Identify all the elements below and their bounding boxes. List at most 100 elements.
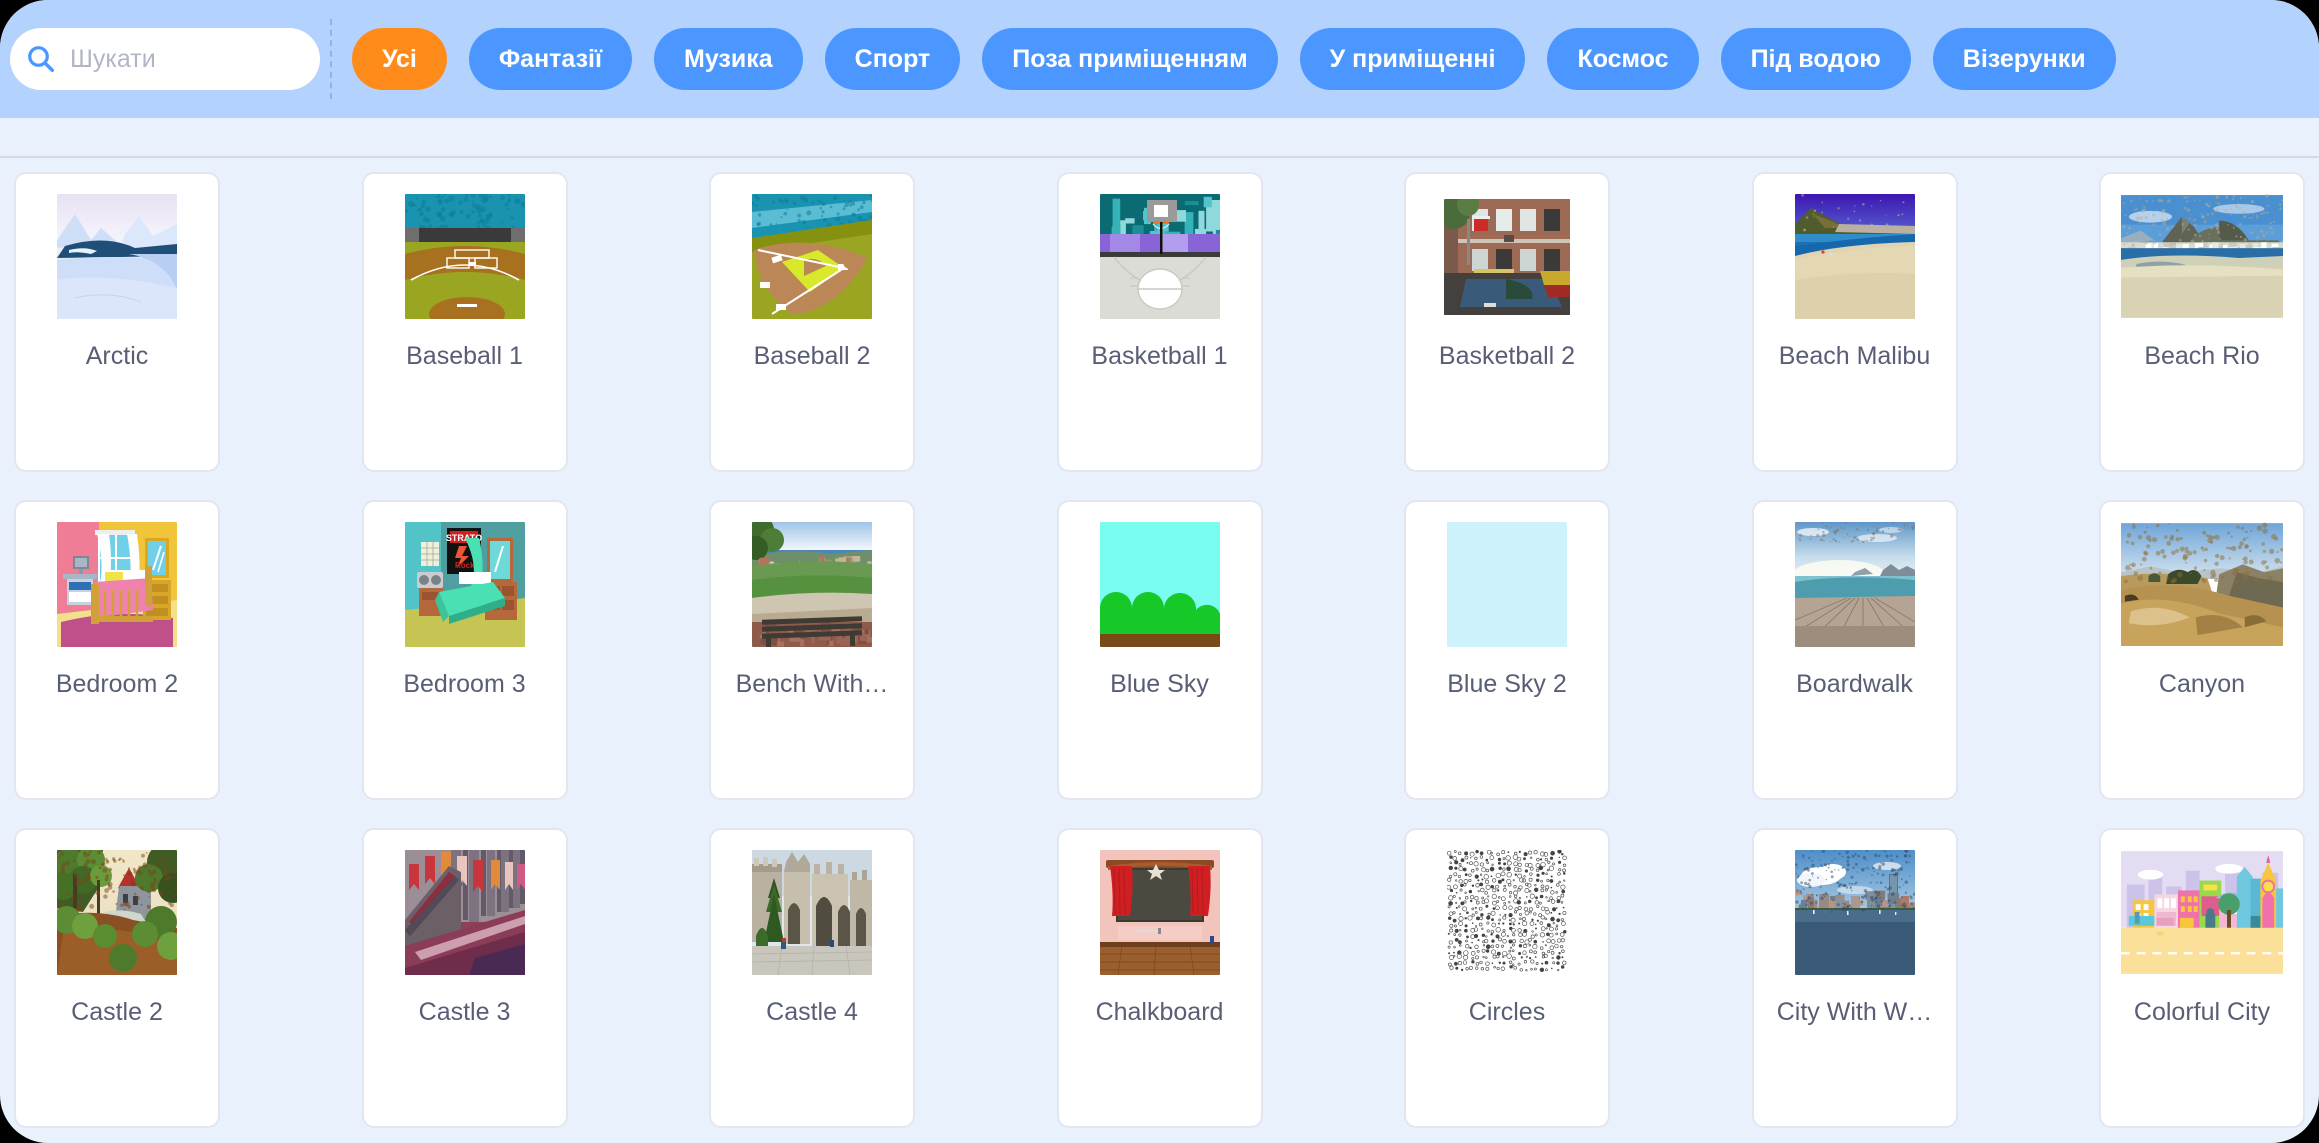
- backdrop-card-label: City With W…: [1776, 999, 1933, 1026]
- backdrop-card[interactable]: Boardwalk: [1751, 500, 1958, 800]
- backdrop-thumbnail: [1794, 522, 1915, 647]
- backdrop-thumbnail: [1099, 194, 1220, 319]
- backdrop-card[interactable]: Basketball 2: [1404, 172, 1610, 472]
- backdrop-card-label: Bedroom 3: [403, 671, 526, 698]
- backdrop-card[interactable]: City With W…: [1751, 828, 1958, 1128]
- backdrop-card-label: Boardwalk: [1796, 671, 1913, 698]
- backdrop-thumbnail: [57, 194, 177, 319]
- backdrop-card-label: Baseball 1: [406, 343, 523, 370]
- category-tag-3[interactable]: Спорт: [824, 28, 961, 90]
- backdrop-card-label: Bench With…: [735, 671, 889, 698]
- category-tag-8[interactable]: Візерунки: [1932, 28, 2116, 90]
- backdrop-card[interactable]: Colorful City: [2099, 828, 2305, 1128]
- backdrop-card[interactable]: Beach Rio: [2099, 172, 2305, 472]
- search-icon: [28, 46, 54, 72]
- search-container: [0, 28, 330, 90]
- backdrop-card[interactable]: Castle 3: [361, 828, 568, 1128]
- backdrop-thumbnail: [1794, 194, 1915, 319]
- backdrop-thumbnail: [2121, 194, 2283, 318]
- backdrop-thumbnail-wrap: [2121, 850, 2283, 975]
- backdrop-thumbnail: [1447, 522, 1567, 647]
- category-tag-1[interactable]: Фантазії: [468, 28, 633, 90]
- backdrop-thumbnail: [1447, 850, 1567, 975]
- backdrop-card[interactable]: Basketball 1: [1056, 172, 1263, 472]
- category-tag-list: Усі Фантазії Музика Спорт Поза приміщенням У …: [352, 28, 2319, 90]
- backdrop-card[interactable]: Blue Sky: [1056, 500, 1263, 800]
- backdrop-grid: Arctic Baseball 1 Baseball 2 Basketball 1 Ba…: [0, 172, 2319, 1128]
- backdrop-thumbnail: [57, 850, 177, 975]
- backdrop-thumbnail-wrap: [731, 194, 893, 319]
- library-header: Усі Фантазії Музика Спорт Поза приміщенням У …: [0, 0, 2319, 118]
- search-input[interactable]: [70, 44, 300, 74]
- library-scroll-area[interactable]: Arctic Baseball 1 Baseball 2 Basketball 1 Ba…: [0, 158, 2319, 1143]
- backdrop-card-label: Castle 4: [766, 999, 858, 1026]
- category-tag-label: У приміщенні: [1329, 44, 1496, 73]
- backdrop-thumbnail-wrap: [1426, 194, 1588, 319]
- backdrop-card-label: Chalkboard: [1095, 999, 1224, 1026]
- backdrop-thumbnail-wrap: [1079, 194, 1241, 319]
- backdrop-thumbnail-wrap: [36, 850, 198, 975]
- backdrop-card-label: Basketball 1: [1091, 343, 1228, 370]
- backdrop-thumbnail: STRATORocks: [404, 522, 525, 647]
- backdrop-thumbnail-wrap: [1079, 522, 1241, 647]
- backdrop-thumbnail-wrap: [384, 194, 546, 319]
- backdrop-card-label: Beach Malibu: [1778, 343, 1931, 370]
- category-tag-0[interactable]: Усі: [352, 28, 447, 90]
- backdrop-card-label: Basketball 2: [1438, 343, 1576, 370]
- backdrop-thumbnail-wrap: [1079, 850, 1241, 975]
- backdrop-thumbnail-wrap: [1426, 522, 1588, 647]
- backdrop-card-label: Arctic: [85, 343, 149, 370]
- backdrop-card[interactable]: Bedroom 2: [14, 500, 220, 800]
- backdrop-card[interactable]: Canyon: [2099, 500, 2305, 800]
- backdrop-thumbnail: [752, 522, 872, 647]
- backdrop-card[interactable]: STRATO Rocks Bedroom 3: [361, 500, 568, 800]
- category-tag-label: Візерунки: [1962, 44, 2086, 73]
- category-tag-label: Космос: [1577, 44, 1669, 73]
- backdrop-thumbnail: [752, 850, 872, 975]
- backdrop-thumbnail: [1794, 850, 1915, 975]
- backdrop-thumbnail: [1099, 522, 1220, 647]
- header-divider: [330, 19, 332, 99]
- backdrop-thumbnail-wrap: [2121, 522, 2283, 647]
- backdrop-card-label: Baseball 2: [753, 343, 871, 370]
- category-tag-label: Музика: [684, 44, 773, 73]
- backdrop-thumbnail-wrap: [1774, 850, 1936, 975]
- backdrop-card[interactable]: Chalkboard: [1056, 828, 1263, 1128]
- backdrop-thumbnail-wrap: [384, 850, 546, 975]
- backdrop-card-label: Bedroom 2: [55, 671, 179, 698]
- category-tag-label: Під водою: [1750, 44, 1881, 73]
- search-box[interactable]: [10, 28, 320, 90]
- category-tag-label: Спорт: [854, 44, 931, 73]
- backdrop-thumbnail-wrap: [36, 522, 198, 647]
- backdrop-thumbnail-wrap: [2121, 194, 2283, 319]
- backdrop-card[interactable]: Castle 2: [14, 828, 220, 1128]
- backdrop-card-label: Canyon: [2158, 671, 2246, 698]
- backdrop-card[interactable]: Circles: [1404, 828, 1610, 1128]
- backdrop-card-label: Castle 3: [418, 999, 511, 1026]
- category-tag-4[interactable]: Поза приміщенням: [982, 28, 1278, 90]
- backdrop-thumbnail-wrap: [731, 522, 893, 647]
- category-tag-6[interactable]: Космос: [1547, 28, 1699, 90]
- backdrop-thumbnail-wrap: [1774, 194, 1936, 319]
- backdrop-card[interactable]: Arctic: [14, 172, 220, 472]
- category-tag-label: Усі: [382, 44, 417, 73]
- backdrop-card[interactable]: Beach Malibu: [1751, 172, 1958, 472]
- category-tag-5[interactable]: У приміщенні: [1299, 28, 1526, 90]
- backdrop-card-label: Colorful City: [2133, 999, 2271, 1026]
- backdrop-card[interactable]: Baseball 1: [361, 172, 568, 472]
- backdrop-card[interactable]: Castle 4: [709, 828, 915, 1128]
- backdrop-thumbnail: [404, 850, 525, 975]
- backdrop-thumbnail-wrap: STRATO Rocks: [384, 522, 546, 647]
- backdrop-thumbnail: [2121, 522, 2283, 646]
- backdrop-thumbnail: [404, 194, 525, 319]
- backdrop-card[interactable]: Baseball 2: [709, 172, 915, 472]
- backdrop-card-label: Blue Sky: [1110, 671, 1209, 698]
- backdrop-thumbnail: [2121, 851, 2283, 974]
- backdrop-thumbnail: [1099, 850, 1220, 975]
- backdrop-thumbnail: [752, 194, 872, 319]
- category-tag-2[interactable]: Музика: [654, 28, 803, 90]
- backdrop-card[interactable]: Bench With…: [709, 500, 915, 800]
- backdrop-card[interactable]: Blue Sky 2: [1404, 500, 1610, 800]
- backdrop-card-label: Circles: [1468, 999, 1546, 1026]
- category-tag-7[interactable]: Під водою: [1720, 28, 1911, 90]
